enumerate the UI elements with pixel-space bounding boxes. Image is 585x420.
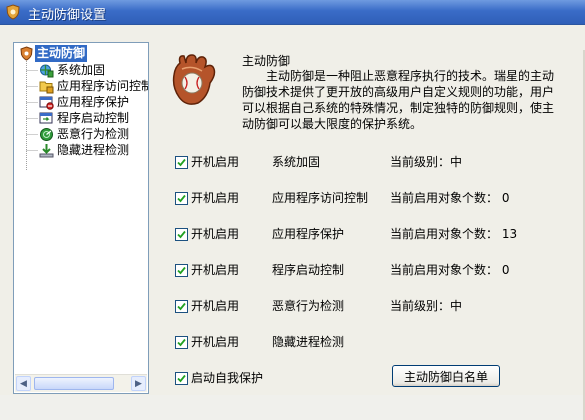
scroll-thumb[interactable] — [34, 377, 114, 390]
boot-enable-label: 开机启用 — [191, 155, 240, 169]
whitelist-button[interactable]: 主动防御白名单 — [392, 365, 500, 387]
globe-shield-icon — [40, 64, 54, 78]
module-name: 隐藏进程检测 — [272, 335, 345, 349]
shield-app-icon — [6, 4, 20, 20]
checkmark-icon — [177, 230, 186, 239]
boot-enable-checkbox[interactable] — [175, 300, 188, 313]
tree-root-label: 主动防御 — [35, 45, 88, 62]
boot-enable-checkbox[interactable] — [175, 336, 188, 349]
window-launch-icon — [39, 112, 53, 124]
module-name: 程序启动控制 — [272, 263, 345, 277]
title-bar: 主动防御设置 — [0, 0, 585, 25]
boot-enable-label: 开机启用 — [191, 263, 240, 277]
tree-item-label: 隐藏进程检测 — [57, 143, 130, 157]
window-protect-icon — [39, 96, 54, 110]
shield-icon — [20, 46, 33, 61]
boot-enable-checkbox[interactable] — [175, 156, 188, 169]
tree-item-label: 应用程序访问控制 — [57, 79, 149, 93]
category-tree[interactable]: 主动防御 系统加固 应用程序访问控制 应用程序保护 程序启动控制 恶意行为检测 … — [13, 42, 149, 394]
section-description: 主动防御是一种阻止恶意程序执行的技术。瑞星的主动防御技术提供了更开放的高级用户自… — [242, 69, 555, 131]
module-status: 当前级别：中 — [390, 299, 463, 313]
boot-enable-label: 开机启用 — [191, 227, 240, 241]
radar-icon — [40, 128, 53, 141]
tree-item-label: 系统加固 — [57, 63, 106, 77]
settings-client-area: 主动防御 系统加固 应用程序访问控制 应用程序保护 程序启动控制 恶意行为检测 … — [0, 25, 585, 420]
checkmark-icon — [177, 338, 186, 347]
boot-enable-checkbox[interactable] — [175, 228, 188, 241]
boot-enable-checkbox[interactable] — [175, 264, 188, 277]
module-name: 应用程序访问控制 — [272, 191, 369, 205]
folder-lock-icon — [39, 81, 54, 94]
tree-item-label: 应用程序保护 — [57, 95, 130, 109]
tree-item-label: 程序启动控制 — [57, 111, 130, 125]
self-protect-label: 启动自我保护 — [191, 371, 264, 385]
boot-enable-checkbox[interactable] — [175, 192, 188, 205]
module-status: 当前启用对象个数： 0 — [390, 191, 510, 205]
boot-enable-label: 开机启用 — [191, 299, 240, 313]
baseball-glove-icon — [172, 54, 216, 105]
checkmark-icon — [177, 158, 186, 167]
scroll-right-icon[interactable]: ▶ — [131, 376, 146, 391]
window-title: 主动防御设置 — [28, 8, 107, 23]
module-status: 当前启用对象个数： 13 — [390, 227, 518, 241]
scroll-left-icon[interactable]: ◀ — [16, 376, 31, 391]
checkmark-icon — [177, 374, 186, 383]
module-name: 系统加固 — [272, 155, 321, 169]
tree-horizontal-scrollbar[interactable]: ◀ ▶ — [15, 374, 147, 392]
checkmark-icon — [177, 194, 186, 203]
download-arrow-icon — [39, 144, 54, 158]
checkmark-icon — [177, 302, 186, 311]
checkmark-icon — [177, 266, 186, 275]
module-status: 当前启用对象个数： 0 — [390, 263, 510, 277]
self-protect-checkbox[interactable] — [175, 372, 188, 385]
tree-item-label: 恶意行为检测 — [57, 127, 130, 141]
boot-enable-label: 开机启用 — [191, 191, 240, 205]
section-title: 主动防御 — [242, 54, 291, 68]
module-status: 当前级别：中 — [390, 155, 463, 169]
boot-enable-label: 开机启用 — [191, 335, 240, 349]
module-name: 恶意行为检测 — [272, 299, 345, 313]
module-name: 应用程序保护 — [272, 227, 345, 241]
